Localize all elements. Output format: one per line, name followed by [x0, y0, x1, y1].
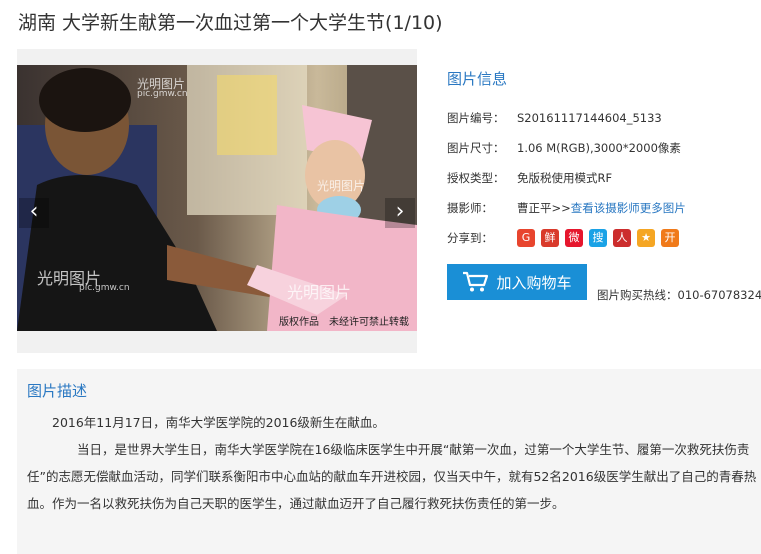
- description-title: 图片描述: [27, 382, 88, 400]
- add-to-cart-button[interactable]: 加入购物车: [447, 264, 587, 300]
- description-paragraph: 2016年11月17日，南华大学医学院的2016级新生在献血。: [52, 415, 385, 430]
- photo-id: S20161117144604_5133: [517, 111, 662, 125]
- photo-illustration: [17, 65, 417, 331]
- weibo-share-icon[interactable]: 微: [565, 229, 583, 247]
- info-row-photographer: 摄影师： 曹正平 >> 查看该摄影师更多图片: [447, 193, 761, 223]
- info-row-license: 授权类型： 免版税使用模式RF: [447, 163, 761, 193]
- qzone-share-icon[interactable]: ★: [637, 229, 655, 247]
- renren-share-icon[interactable]: 人: [613, 229, 631, 247]
- photographer-name: 曹正平: [517, 201, 552, 215]
- photo-info-panel: 图片信息 图片编号： S20161117144604_5133 图片尺寸： 1.…: [447, 68, 761, 253]
- photo-size: 1.06 M(RGB),3000*2000像素: [517, 141, 681, 155]
- info-row-id: 图片编号： S20161117144604_5133: [447, 103, 761, 133]
- info-row-share: 分享到： G 鲜微搜人 ★ 开: [447, 223, 761, 253]
- cart-button-label: 加入购物车: [496, 274, 572, 292]
- license-type: 免版税使用模式RF: [517, 171, 613, 185]
- kaixin-share-icon[interactable]: 开: [661, 229, 679, 247]
- main-photo[interactable]: 光明图片 pic.gmw.cn 光明图片 pic.gmw.cn 光明图片 光明图…: [17, 65, 417, 331]
- page-title: 湖南 大学新生献第一次血过第一个大学生节(1/10): [18, 12, 443, 34]
- xianguo-share-icon[interactable]: 鲜: [541, 229, 559, 247]
- separator: >>: [551, 201, 571, 215]
- info-label: 图片尺寸：: [447, 141, 505, 155]
- photo-frame: 光明图片 pic.gmw.cn 光明图片 pic.gmw.cn 光明图片 光明图…: [17, 49, 417, 353]
- share-icons: G 鲜微搜人 ★ 开: [517, 229, 679, 247]
- description-text: 2016年11月17日，南华大学医学院的2016级新生在献血。 当日，是世界大学…: [27, 409, 757, 517]
- info-label: 图片编号：: [447, 111, 505, 125]
- google-share-icon[interactable]: G: [517, 229, 535, 247]
- prev-photo-button[interactable]: ‹: [19, 198, 49, 228]
- copyright-notice: 版权作品 未经许可禁止转载: [279, 317, 409, 328]
- info-label: 分享到：: [447, 231, 493, 245]
- info-label: 授权类型：: [447, 171, 505, 185]
- cart-icon: [463, 271, 489, 292]
- info-title: 图片信息: [447, 70, 508, 88]
- photographer-more-link[interactable]: 查看该摄影师更多图片: [571, 200, 686, 216]
- sohu-share-icon[interactable]: 搜: [589, 229, 607, 247]
- purchase-hotline: 图片购买热线：010-67078324: [597, 288, 761, 302]
- description-paragraph: 当日，是世界大学生日，南华大学医学院在16级临床医学生中开展“献第一次血，过第一…: [27, 442, 757, 511]
- next-photo-button[interactable]: ›: [385, 198, 415, 228]
- description-panel: 图片描述 2016年11月17日，南华大学医学院的2016级新生在献血。 当日，…: [17, 369, 761, 554]
- info-row-size: 图片尺寸： 1.06 M(RGB),3000*2000像素: [447, 133, 761, 163]
- info-label: 摄影师：: [447, 201, 493, 215]
